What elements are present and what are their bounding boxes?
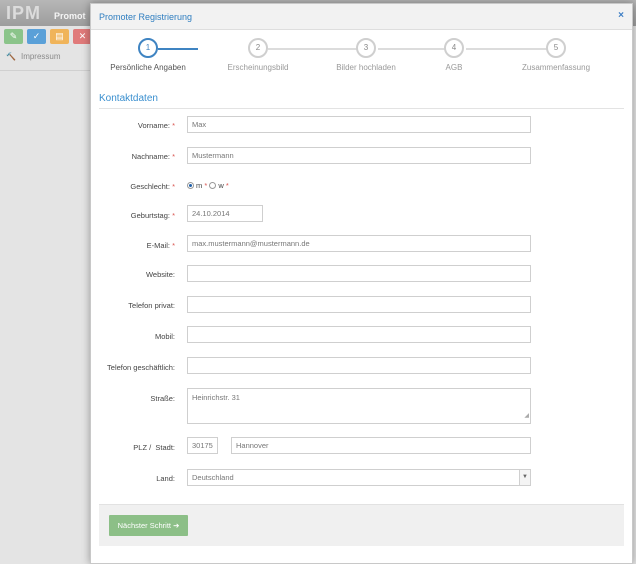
step-2[interactable]: 2 bbox=[248, 38, 268, 58]
geburtstag-label: Geburtstag: * bbox=[130, 211, 175, 220]
sidebar-item-impressum[interactable]: 🔨 Impressum bbox=[6, 52, 61, 61]
step-5[interactable]: 5 bbox=[546, 38, 566, 58]
telefon-privat-field[interactable] bbox=[187, 296, 531, 313]
step-3-label: Bilder hochladen bbox=[336, 63, 396, 72]
close-icon[interactable]: × bbox=[618, 10, 624, 21]
modal-footer: Nächster Schritt ➔ bbox=[99, 504, 624, 546]
nachname-label: Nachname: * bbox=[131, 152, 175, 161]
app-logo-sub: Promot bbox=[54, 11, 86, 21]
vorname-label: Vorname: * bbox=[137, 121, 175, 130]
strasse-label: Straße: bbox=[150, 394, 175, 403]
step-connector bbox=[158, 48, 198, 50]
sidebar-divider bbox=[0, 70, 90, 71]
website-label: Website: bbox=[145, 270, 175, 279]
modal-title: Promoter Registrierung bbox=[99, 12, 193, 22]
modal-header: Promoter Registrierung × bbox=[91, 4, 632, 30]
geschlecht-label: Geschlecht: * bbox=[130, 182, 175, 191]
wizard-steps: 1 2 3 4 5 Persönliche Angaben Erscheinun… bbox=[91, 38, 632, 78]
radio-w[interactable] bbox=[209, 182, 217, 189]
strasse-value: Heinrichstr. 31 bbox=[192, 393, 240, 402]
section-title: Kontaktdaten bbox=[99, 93, 158, 104]
registration-modal: Promoter Registrierung × 1 2 3 4 5 Persö… bbox=[90, 3, 633, 564]
geburtstag-field[interactable]: 24.10.2014 bbox=[187, 205, 263, 222]
vorname-field[interactable]: Max bbox=[187, 116, 531, 133]
mobil-label: Mobil: bbox=[154, 332, 175, 341]
strasse-textarea[interactable]: Heinrichstr. 31 ◢ bbox=[187, 388, 531, 424]
sidebar-item-label: Impressum bbox=[20, 52, 61, 61]
stadt-field[interactable]: Hannover bbox=[231, 437, 531, 454]
hammer-icon: 🔨 bbox=[6, 52, 16, 61]
nachname-field[interactable]: Mustermann bbox=[187, 147, 531, 164]
resize-handle-icon[interactable]: ◢ bbox=[524, 410, 529, 423]
next-step-button[interactable]: Nächster Schritt ➔ bbox=[109, 515, 188, 536]
radio-w-label: w bbox=[218, 181, 224, 190]
step-1[interactable]: 1 bbox=[138, 38, 158, 58]
document-icon[interactable]: ▤ bbox=[50, 29, 69, 44]
step-5-label: Zusammenfassung bbox=[521, 63, 591, 72]
radio-m[interactable] bbox=[187, 182, 194, 189]
plz-field[interactable]: 30175 bbox=[187, 437, 218, 454]
telefon-privat-label: Telefon privat: bbox=[128, 301, 175, 310]
land-selected-value: Deutschland bbox=[192, 473, 234, 482]
geschlecht-radio-group: m * w * bbox=[187, 181, 229, 190]
chevron-down-icon[interactable]: ▼ bbox=[519, 470, 530, 485]
step-2-label: Erscheinungsbild bbox=[227, 63, 289, 72]
land-select[interactable]: Deutschland ▼ bbox=[187, 469, 531, 486]
check-icon[interactable]: ✓ bbox=[27, 29, 46, 44]
step-connector bbox=[268, 48, 359, 50]
step-4[interactable]: 4 bbox=[444, 38, 464, 58]
telefon-geschaeftlich-field[interactable] bbox=[187, 357, 531, 374]
app-logo: IPM bbox=[6, 3, 42, 23]
app-toolbar: ✎ ✓ ▤ ✕ bbox=[0, 26, 100, 48]
step-connector bbox=[466, 48, 554, 50]
edit-icon[interactable]: ✎ bbox=[4, 29, 23, 44]
step-4-label: AGB bbox=[445, 63, 463, 72]
email-field[interactable]: max.mustermann@mustermann.de bbox=[187, 235, 531, 252]
section-divider bbox=[99, 108, 624, 109]
mobil-field[interactable] bbox=[187, 326, 531, 343]
plz-stadt-label: PLZ / Stadt: bbox=[133, 443, 175, 452]
telefon-geschaeftlich-label: Telefon geschäftlich: bbox=[107, 363, 175, 372]
website-field[interactable] bbox=[187, 265, 531, 282]
land-label: Land: bbox=[156, 474, 175, 483]
radio-m-label: m bbox=[196, 181, 203, 190]
step-1-label: Persönliche Angaben bbox=[110, 63, 186, 72]
email-label: E-Mail: * bbox=[146, 241, 175, 250]
step-3[interactable]: 3 bbox=[356, 38, 376, 58]
